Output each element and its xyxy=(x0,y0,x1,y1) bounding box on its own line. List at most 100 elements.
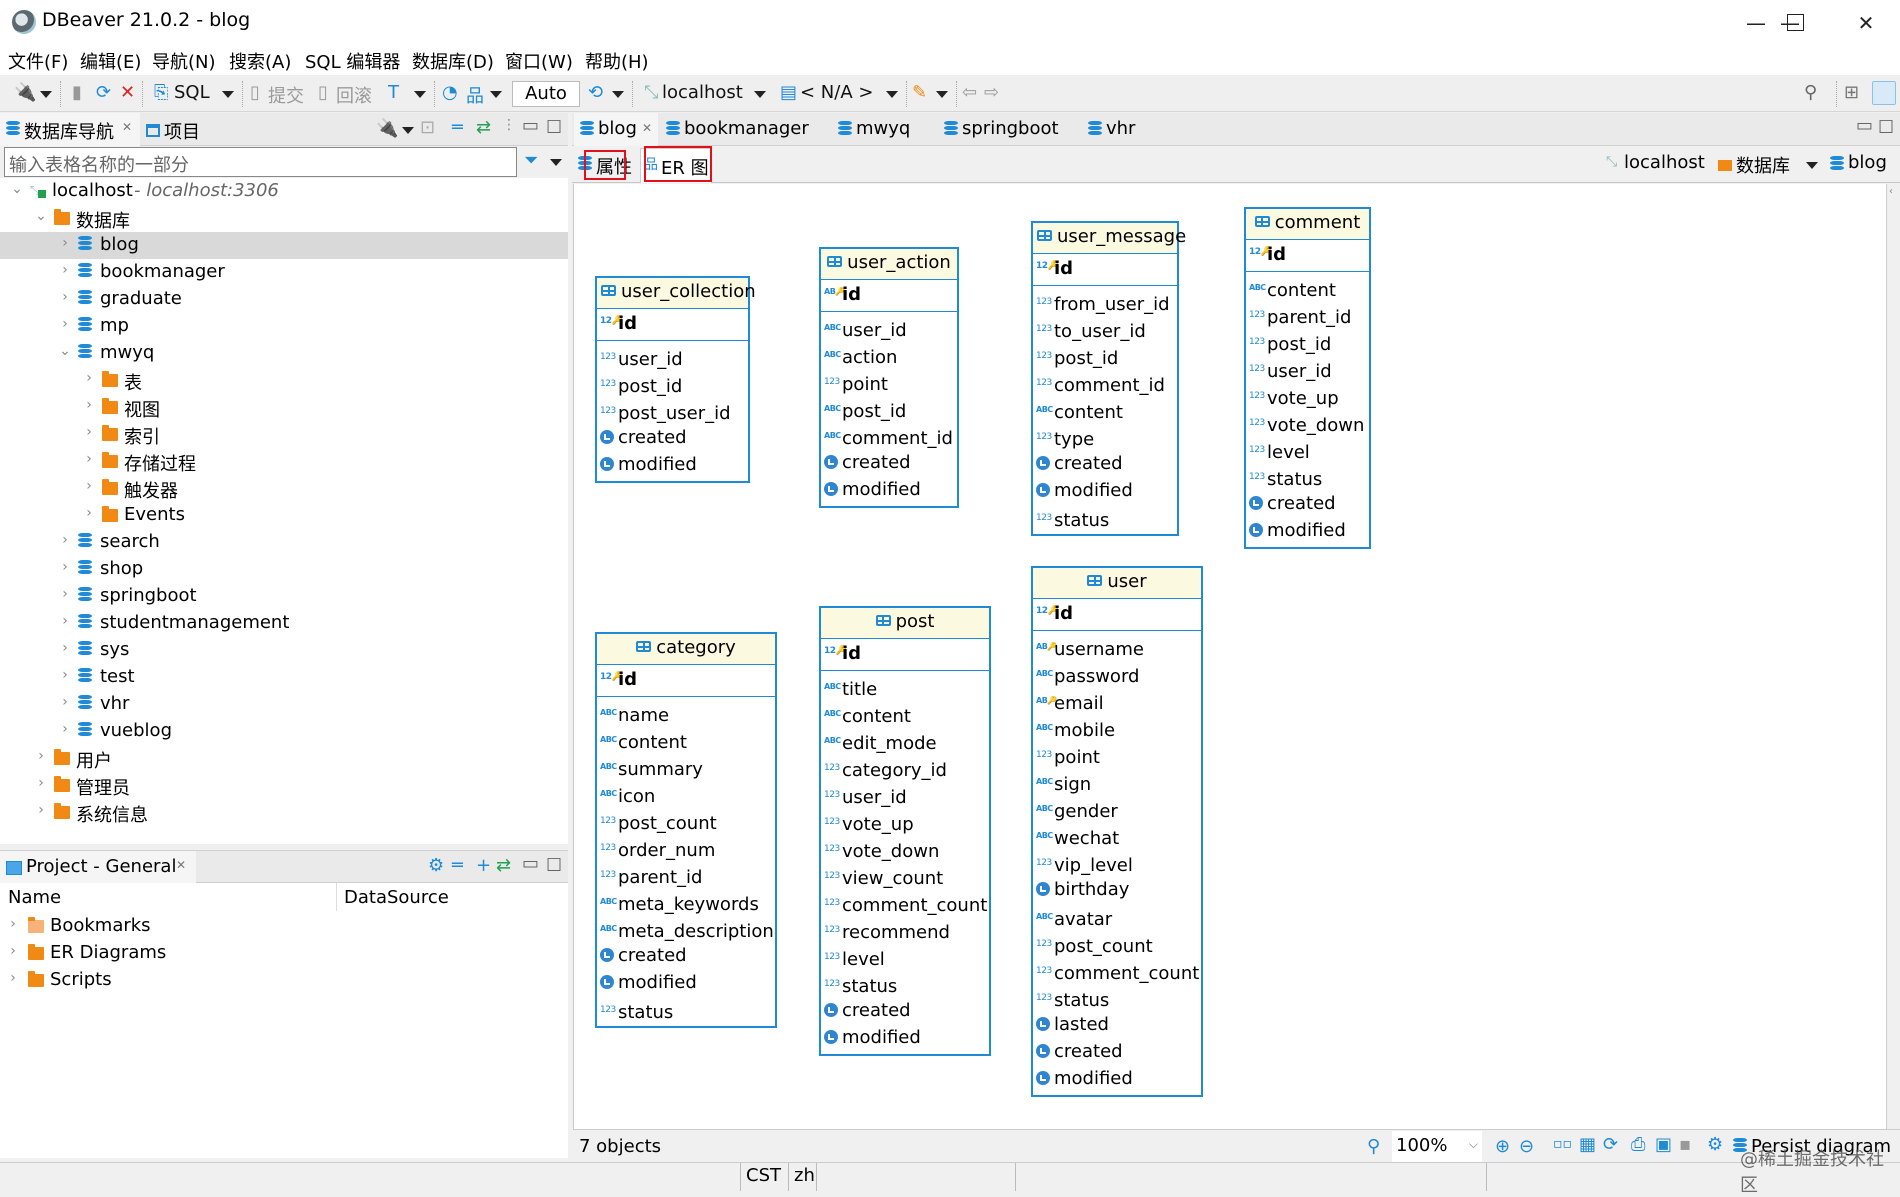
expand-chevron-icon[interactable]: › xyxy=(34,802,48,818)
er-column[interactable]: 123 recommend xyxy=(821,917,989,944)
editor-tab-blog[interactable]: blog ✕ xyxy=(574,113,658,147)
expand-chevron-icon[interactable]: › xyxy=(58,559,72,575)
new-connection-dropdown-icon[interactable] xyxy=(40,91,52,98)
er-column[interactable]: created xyxy=(1033,1039,1201,1066)
er-column[interactable]: ABCcontent xyxy=(1246,275,1369,302)
er-column[interactable]: ABCwechat xyxy=(1033,823,1201,850)
filter-icon[interactable]: ⏷ xyxy=(524,150,538,171)
er-column[interactable]: 123 user_id xyxy=(597,344,748,371)
er-primary-key[interactable]: 12🔑id xyxy=(821,639,989,671)
er-column[interactable]: ABCcontent xyxy=(821,701,989,728)
close-tab-icon[interactable]: ✕ xyxy=(642,121,652,135)
tree-item[interactable]: › vhr xyxy=(0,691,568,718)
tree-item[interactable]: › 用户 xyxy=(0,745,568,772)
er-column[interactable]: ABCuser_id xyxy=(821,315,957,342)
layout-icon[interactable]: ▫▫ xyxy=(1553,1136,1572,1152)
er-column[interactable]: 123 parent_id xyxy=(1246,302,1369,329)
er-table-user-collection[interactable]: user_collection 12🔑id 123 user_id 123 post_id… xyxy=(595,276,756,483)
er-table-header[interactable]: user xyxy=(1033,568,1201,599)
project-item-scripts[interactable]: › Scripts xyxy=(0,967,568,994)
transaction-dropdown-icon[interactable] xyxy=(414,91,426,98)
maximize-button[interactable] xyxy=(1787,14,1804,31)
tree-item[interactable]: ⌄ ⤡ localhost - localhost:3306 xyxy=(0,178,568,205)
expand-chevron-icon[interactable]: › xyxy=(82,424,96,440)
schema-icon[interactable]: 品 xyxy=(466,82,484,108)
schema-selector-dropdown-icon[interactable] xyxy=(886,91,898,98)
tab-projects[interactable]: 项目 xyxy=(142,113,212,146)
new-connection-icon[interactable]: 🔌 xyxy=(376,118,398,139)
er-table-header[interactable]: comment xyxy=(1246,209,1369,240)
column-header-datasource[interactable]: DataSource xyxy=(344,887,449,908)
tree-item[interactable]: › 触发器 xyxy=(0,475,568,502)
er-column[interactable]: 123 post_user_id xyxy=(597,398,748,425)
active-schema-selector[interactable]: < N/A > xyxy=(800,82,873,103)
menu-edit[interactable]: 编辑(E) xyxy=(80,48,141,74)
er-table-user[interactable]: user 12🔑id AB🔑username ABCpassword AB🔑email A… xyxy=(1031,566,1203,1097)
er-column[interactable]: 123 status xyxy=(597,997,775,1024)
er-column[interactable]: ABCmeta_keywords xyxy=(597,889,775,916)
expand-chevron-icon[interactable]: › xyxy=(58,289,72,305)
tree-item[interactable]: › sys xyxy=(0,637,568,664)
minimize-view-icon[interactable]: ▭ xyxy=(522,853,539,874)
transaction-mode-button[interactable]: Auto xyxy=(512,81,580,107)
tree-item[interactable]: › test xyxy=(0,664,568,691)
tools-dropdown-icon[interactable] xyxy=(936,91,948,98)
tree-item[interactable]: › 索引 xyxy=(0,421,568,448)
grid-icon[interactable]: ▦ xyxy=(1579,1134,1596,1155)
er-column[interactable]: ABCmobile xyxy=(1033,715,1201,742)
expand-chevron-icon[interactable]: › xyxy=(58,613,72,629)
er-column[interactable]: birthday xyxy=(1033,877,1201,904)
er-column[interactable]: 123 post_id xyxy=(1246,329,1369,356)
refresh-icon[interactable]: ⟳ xyxy=(1603,1134,1618,1155)
expand-all-icon[interactable]: + xyxy=(476,855,491,876)
er-table-header[interactable]: category xyxy=(597,634,775,665)
scroll-up-icon[interactable]: ‹ xyxy=(1889,186,1893,197)
er-column[interactable]: created xyxy=(821,450,957,477)
er-column[interactable]: 123 vip_level xyxy=(1033,850,1201,877)
print-icon[interactable]: ⎙ xyxy=(1631,1134,1645,1155)
er-column[interactable]: ABCgender xyxy=(1033,796,1201,823)
er-column[interactable]: 123 status xyxy=(1033,985,1201,1012)
er-column[interactable]: 123 point xyxy=(821,369,957,396)
er-column[interactable]: 123 parent_id xyxy=(597,862,775,889)
tree-item[interactable]: › 表 xyxy=(0,367,568,394)
er-column[interactable]: 123 view_count xyxy=(821,863,989,890)
close-button[interactable]: ✕ xyxy=(1838,6,1894,40)
tools-icon[interactable]: ✎ xyxy=(912,82,927,103)
er-column[interactable]: lasted xyxy=(1033,1012,1201,1039)
tree-item[interactable]: › 管理员 xyxy=(0,772,568,799)
sql-dropdown-icon[interactable] xyxy=(222,91,234,98)
tree-item[interactable]: ⌄ 数据库 xyxy=(0,205,568,232)
transaction-format-icon[interactable]: T xyxy=(388,82,399,103)
editor-tab-bookmanager[interactable]: bookmanager xyxy=(664,113,814,147)
er-column[interactable]: 123 vote_up xyxy=(821,809,989,836)
er-column[interactable]: 123 comment_count xyxy=(821,890,989,917)
er-column[interactable]: ABCmeta_description xyxy=(597,916,775,943)
project-item-er-diagrams[interactable]: › ER Diagrams xyxy=(0,940,568,967)
er-column[interactable]: modified xyxy=(821,477,957,504)
menu-search[interactable]: 搜索(A) xyxy=(229,48,291,74)
er-column[interactable]: modified xyxy=(1033,1066,1201,1093)
er-column[interactable]: 123 post_id xyxy=(1033,343,1177,370)
minimize-editor-icon[interactable]: ▭ xyxy=(1856,115,1873,136)
er-column[interactable]: ABCcontent xyxy=(597,727,775,754)
er-column[interactable]: ABCname xyxy=(597,700,775,727)
maximize-editor-icon[interactable]: ☐ xyxy=(1878,117,1894,138)
er-column[interactable]: modified xyxy=(1246,518,1369,545)
er-column[interactable]: 123 user_id xyxy=(1246,356,1369,383)
breadcrumb-connection[interactable]: localhost xyxy=(1624,152,1705,173)
er-table-header[interactable]: post xyxy=(821,608,989,639)
reconnect-icon[interactable]: ⟳ xyxy=(96,82,111,103)
menu-navigate[interactable]: 导航(N) xyxy=(152,48,216,74)
maximize-view-icon[interactable]: ☐ xyxy=(546,855,562,876)
history-icon[interactable]: ⟲ xyxy=(588,82,603,103)
er-primary-key[interactable]: 12🔑id xyxy=(597,665,775,697)
expand-chevron-icon[interactable]: › xyxy=(58,721,72,737)
close-tab-icon[interactable]: ✕ xyxy=(122,120,132,134)
er-column[interactable]: 123 to_user_id xyxy=(1033,316,1177,343)
er-column[interactable]: 123 category_id xyxy=(821,755,989,782)
breadcrumb-database[interactable]: blog xyxy=(1848,152,1887,173)
settings-icon[interactable]: ⚙ xyxy=(1707,1134,1723,1155)
er-column[interactable]: 123 status xyxy=(821,971,989,998)
expand-chevron-icon[interactable]: › xyxy=(82,397,96,413)
